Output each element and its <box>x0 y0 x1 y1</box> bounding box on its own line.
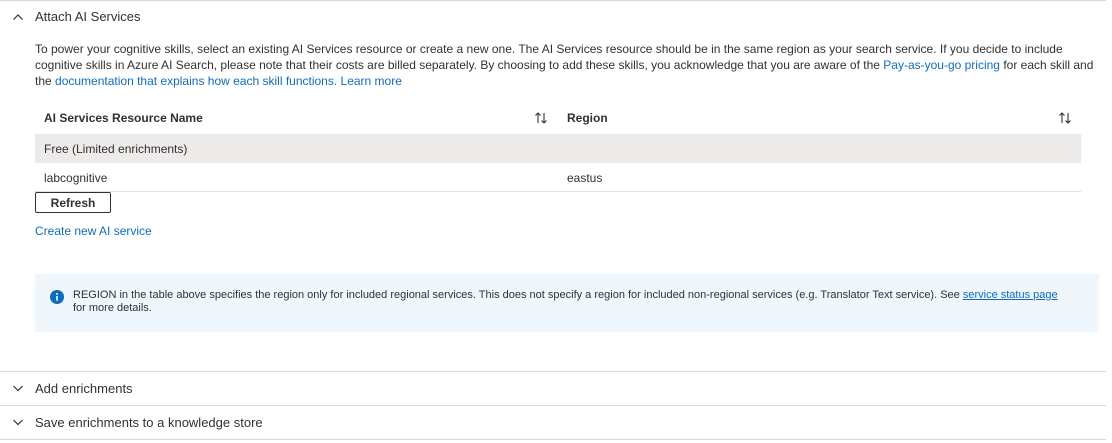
description-text: To power your cognitive skills, select a… <box>35 42 1094 88</box>
section-title: Attach AI Services <box>35 9 141 24</box>
cell-resource-name: labcognitive <box>44 170 108 185</box>
table-row[interactable]: Free (Limited enrichments) <box>35 134 1081 163</box>
documentation-link[interactable]: documentation that explains how each ski… <box>55 74 337 88</box>
section-title: Add enrichments <box>35 381 133 396</box>
chevron-down-icon <box>13 385 23 392</box>
pay-as-you-go-link[interactable]: Pay-as-you-go pricing <box>883 58 1000 72</box>
chevron-up-icon <box>13 14 23 20</box>
section-header-attach-ai-services[interactable]: Attach AI Services <box>0 1 1106 33</box>
info-message-bar: REGION in the table above specifies the … <box>35 274 1099 332</box>
table-row[interactable]: labcognitive eastus <box>35 163 1081 192</box>
section-header-knowledge-store[interactable]: Save enrichments to a knowledge store <box>0 406 1106 438</box>
sort-arrows-icon[interactable] <box>1058 111 1072 125</box>
cell-region: eastus <box>567 170 603 185</box>
info-text: REGION in the table above specifies the … <box>73 289 1058 314</box>
info-icon <box>50 290 64 304</box>
sort-arrows-icon[interactable] <box>534 111 548 125</box>
column-header-resource-name[interactable]: AI Services Resource Name <box>44 104 203 132</box>
row-divider <box>35 191 1081 192</box>
section-title: Save enrichments to a knowledge store <box>35 415 263 430</box>
section-divider <box>0 439 1106 440</box>
service-status-page-link[interactable]: service status page <box>963 289 1058 301</box>
chevron-down-icon <box>13 419 23 426</box>
create-new-ai-service-link[interactable]: Create new AI service <box>35 224 152 238</box>
column-header-region[interactable]: Region <box>567 104 608 132</box>
cell-resource-name: Free (Limited enrichments) <box>44 141 188 156</box>
section-header-add-enrichments[interactable]: Add enrichments <box>0 372 1106 404</box>
refresh-button[interactable]: Refresh <box>35 192 111 213</box>
learn-more-link[interactable]: Learn more <box>341 74 402 88</box>
